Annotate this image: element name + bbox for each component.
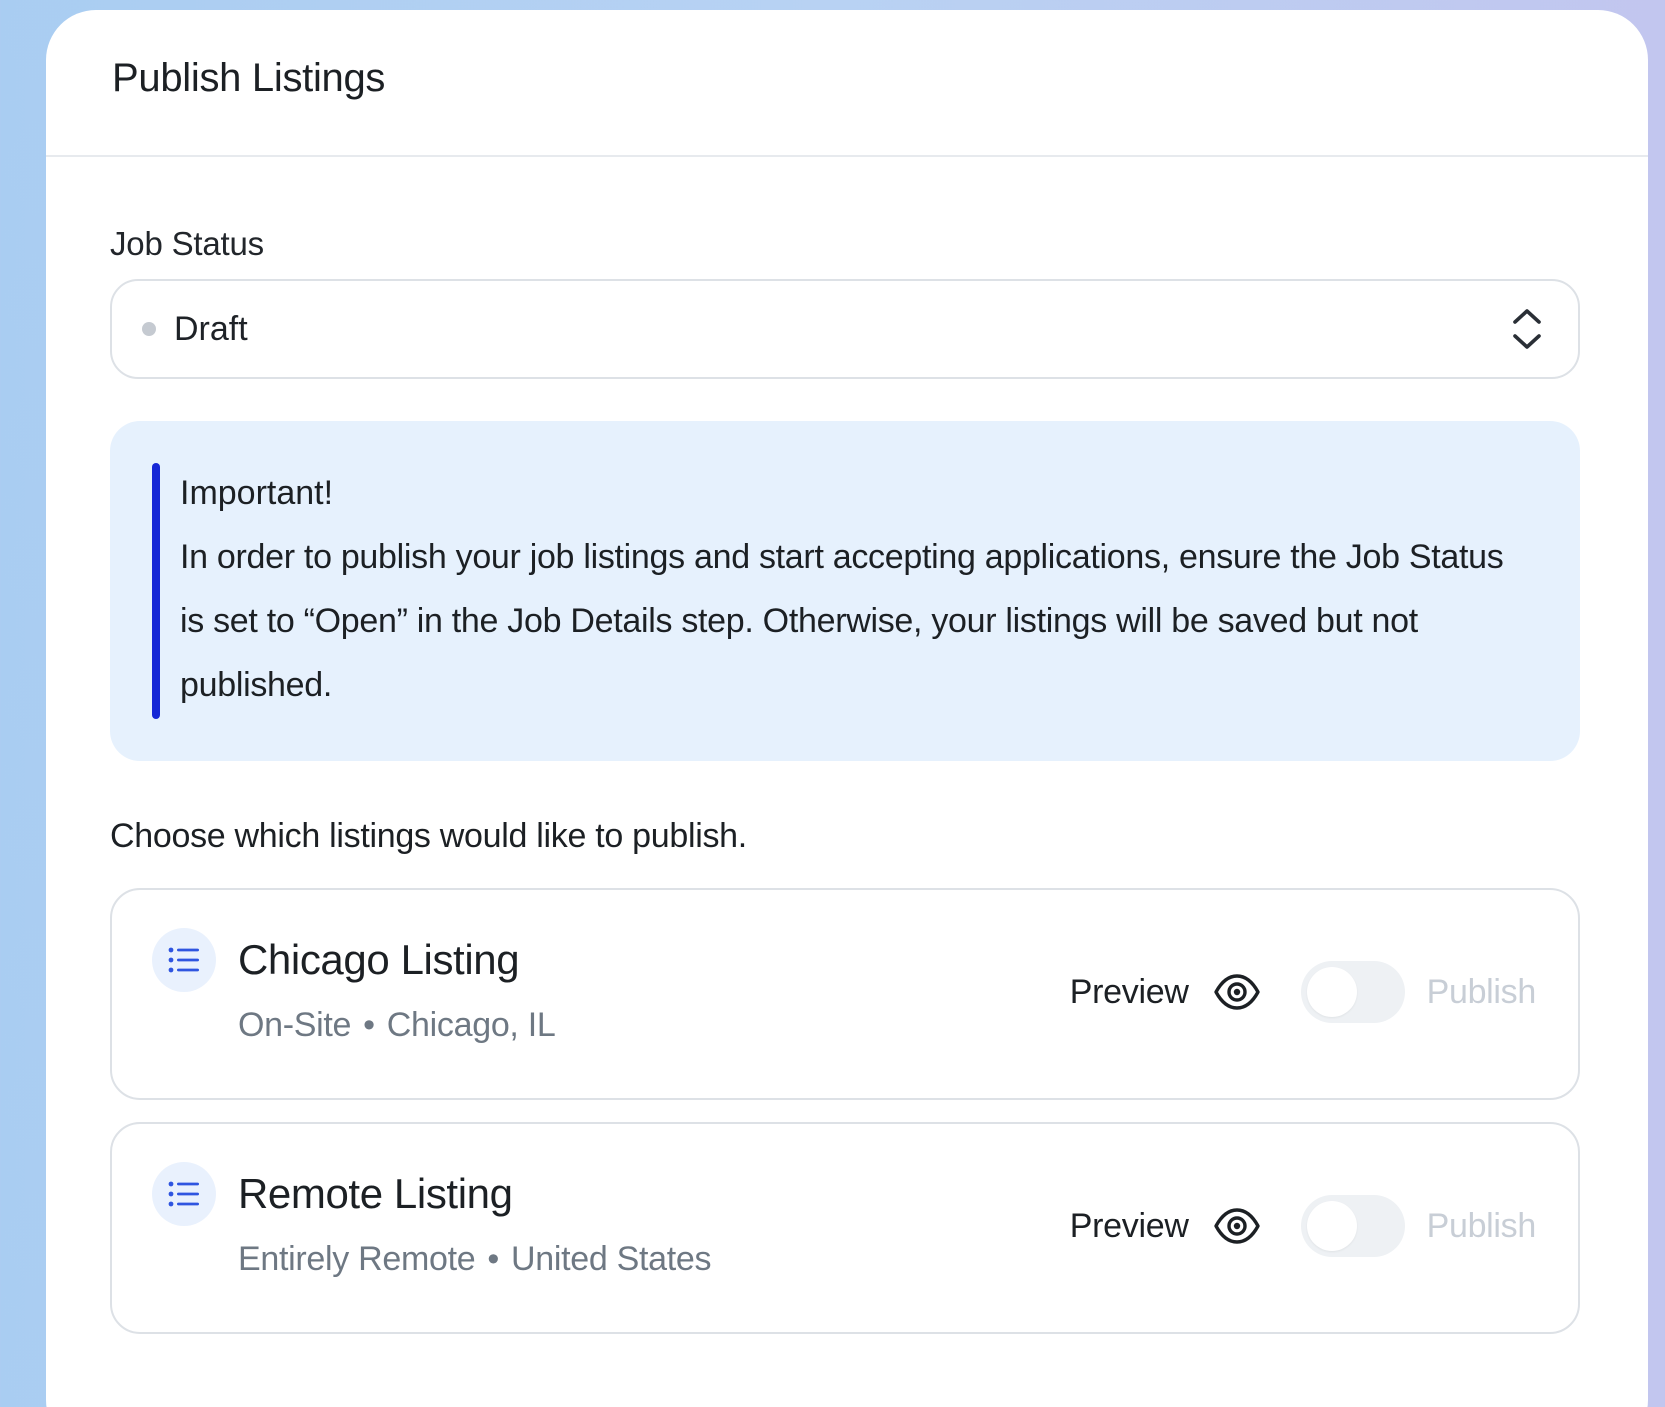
publish-listings-card: Publish Listings Job Status Draft Import… [46, 10, 1648, 1407]
meta-separator: • [363, 1006, 375, 1044]
notice-content: Important! In order to publish your job … [152, 461, 1540, 717]
eye-icon [1213, 1202, 1261, 1250]
card-header: Publish Listings [46, 10, 1648, 157]
listing-location: Chicago, IL [386, 1006, 556, 1044]
job-status-select[interactable]: Draft [110, 279, 1580, 379]
meta-separator: • [487, 1240, 499, 1278]
listing-actions: Preview Publish [1070, 1194, 1536, 1258]
important-notice: Important! In order to publish your job … [110, 421, 1580, 761]
listings-prompt: Choose which listings would like to publ… [110, 817, 747, 855]
listing-actions: Preview Publish [1070, 960, 1536, 1024]
publish-label: Publish [1426, 972, 1537, 1011]
notice-text: In order to publish your job listings an… [180, 538, 1504, 704]
publish-toggle[interactable] [1300, 961, 1405, 1023]
job-status-value: Draft [174, 309, 248, 348]
listing-name: Chicago Listing [238, 936, 520, 983]
listing-meta: Entirely Remote • United States [238, 1240, 712, 1279]
toggle-knob [1306, 967, 1357, 1017]
notice-title: Important! [180, 474, 334, 512]
listing-location: United States [510, 1240, 712, 1278]
job-status-label: Job Status [110, 225, 264, 262]
publish-label: Publish [1426, 1206, 1537, 1245]
listing-work-type: On-Site [238, 1006, 352, 1044]
listing-meta: On-Site • Chicago, IL [238, 1006, 556, 1045]
status-dot [142, 322, 156, 336]
listing-name: Remote Listing [238, 1170, 513, 1217]
preview-label: Preview [1069, 972, 1189, 1011]
listing-card-remote: Remote Listing Entirely Remote • United St… [110, 1122, 1580, 1334]
preview-button[interactable]: Preview [1070, 1202, 1261, 1250]
list-icon [152, 928, 216, 992]
listing-card-chicago: Chicago Listing On-Site • Chicago, IL Prev… [110, 888, 1580, 1100]
toggle-knob [1306, 1201, 1357, 1251]
card-body: Job Status Draft Important! In order to … [46, 157, 1648, 1334]
preview-label: Preview [1069, 1206, 1189, 1245]
notice-accent-bar [152, 463, 160, 719]
list-icon [152, 1162, 216, 1226]
preview-button[interactable]: Preview [1070, 968, 1261, 1016]
chevron-up-down-icon [1510, 306, 1544, 352]
listing-work-type: Entirely Remote [238, 1240, 476, 1278]
page-title: Publish Listings [112, 56, 386, 100]
eye-icon [1213, 968, 1261, 1016]
publish-toggle[interactable] [1300, 1195, 1405, 1257]
